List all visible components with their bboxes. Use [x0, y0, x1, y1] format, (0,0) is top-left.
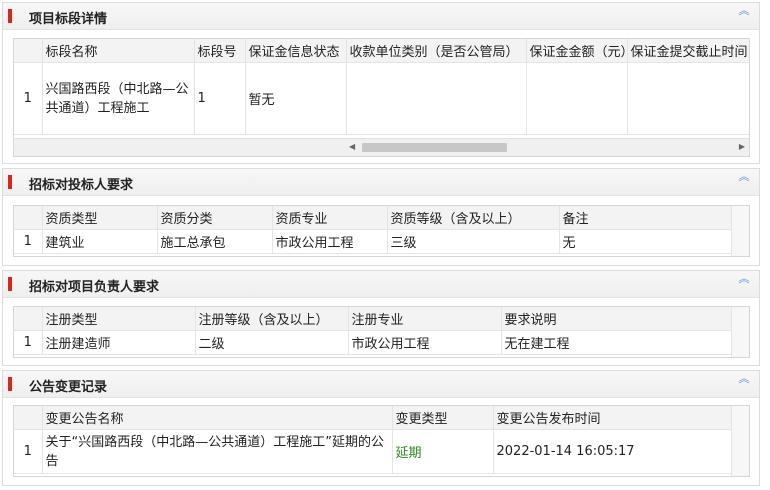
cell-qualification-specialty: 市政公用工程 — [272, 229, 388, 254]
row-index: 1 — [14, 330, 43, 355]
column-header: 变更公告发布时间 — [493, 406, 733, 430]
cell-publish-time: 2022-01-14 16:05:17 — [493, 429, 733, 474]
row-index: 1 — [14, 229, 43, 254]
scrollbar-thumb[interactable] — [362, 143, 507, 152]
column-header: 资质类型 — [42, 206, 158, 230]
collapse-icon[interactable]: ︽ — [737, 273, 751, 289]
table-row: 1 建筑业 施工总承包 市政公用工程 三级 无 — [14, 229, 733, 254]
cell-deposit-amount — [526, 62, 628, 135]
section-marker — [8, 277, 12, 291]
column-header: 标段名称 — [42, 39, 195, 63]
scroll-left-icon[interactable]: ◀ — [349, 142, 355, 151]
panel-change-records: 公告变更记录 ︽ 变更公告名称 变更类型 变更公告发布时间 1 关于“兴国路西段… — [2, 370, 760, 486]
column-header: 变更公告名称 — [42, 406, 393, 430]
cell-qualification-category: 施工总承包 — [157, 229, 273, 254]
cell-requirement-note: 无在建工程 — [501, 330, 733, 355]
cell-change-notice-name[interactable]: 关于“兴国路西段（中北路—公共通道）工程施工”延期的公告 — [42, 429, 393, 474]
table-row: 1 关于“兴国路西段（中北路—公共通道）工程施工”延期的公告 延期 2022-0… — [14, 429, 733, 474]
cell-payee-type — [346, 62, 527, 135]
bidder-table-container: 资质类型 资质分类 资质专业 资质等级（含及以上） 备注 1 建筑业 施工总承包… — [13, 205, 750, 257]
column-header: 收款单位类别（是否公管局） — [346, 39, 527, 63]
details-table: 标段名称 标段号 保证金信息状态 收款单位类别（是否公管局） 保证金金额（元） … — [14, 39, 749, 135]
changes-table-container: 变更公告名称 变更类型 变更公告发布时间 1 关于“兴国路西段（中北路—公共通道… — [13, 405, 750, 477]
table-right-strip — [731, 307, 749, 357]
cell-section-name: 兴国路西段（中北路—公共通道）工程施工 — [42, 62, 195, 135]
column-header: 资质等级（含及以上） — [387, 206, 560, 230]
column-header — [14, 39, 43, 63]
panel-bidder-requirements: 招标对投标人要求 ︽ 资质类型 资质分类 资质专业 资质等级（含及以上） 备注 — [2, 168, 760, 266]
panel-header: 招标对投标人要求 ︽ — [3, 169, 759, 196]
table-right-strip — [731, 406, 749, 476]
cell-remark: 无 — [559, 229, 733, 254]
column-header: 保证金金额（元） — [526, 39, 628, 63]
panel-manager-requirements: 招标对项目负责人要求 ︽ 注册类型 注册等级（含及以上） 注册专业 要求说明 1 — [2, 270, 760, 366]
page: 项目标段详情 ︽ 标段名称 标段号 保证金信息状态 收款单位类别（是否公管局） … — [0, 0, 770, 490]
column-header: 注册类型 — [42, 307, 196, 331]
column-header: 标段号 — [194, 39, 246, 63]
section-title: 公告变更记录 — [29, 380, 108, 395]
cell-deadline — [627, 62, 749, 135]
cell-qualification-level: 三级 — [387, 229, 560, 254]
section-marker — [8, 175, 12, 189]
panel-header: 公告变更记录 ︽ — [3, 371, 759, 398]
bidder-table: 资质类型 资质分类 资质专业 资质等级（含及以上） 备注 1 建筑业 施工总承包… — [14, 206, 733, 254]
panel-header: 招标对项目负责人要求 ︽ — [3, 271, 759, 298]
collapse-icon[interactable]: ︽ — [737, 5, 751, 21]
table-right-strip — [731, 206, 749, 256]
table-header-row: 注册类型 注册等级（含及以上） 注册专业 要求说明 — [14, 307, 733, 331]
section-title: 项目标段详情 — [29, 12, 108, 27]
table-header-row: 标段名称 标段号 保证金信息状态 收款单位类别（是否公管局） 保证金金额（元） … — [14, 39, 749, 63]
collapse-icon[interactable]: ︽ — [737, 373, 751, 389]
row-index: 1 — [14, 62, 43, 135]
changes-table: 变更公告名称 变更类型 变更公告发布时间 1 关于“兴国路西段（中北路—公共通道… — [14, 406, 733, 474]
column-header: 要求说明 — [501, 307, 733, 331]
row-index: 1 — [14, 429, 43, 474]
panel-project-details: 项目标段详情 ︽ 标段名称 标段号 保证金信息状态 收款单位类别（是否公管局） … — [2, 2, 760, 164]
cell-registration-type: 注册建造师 — [42, 330, 196, 355]
cell-qualification-type: 建筑业 — [42, 229, 158, 254]
column-header — [14, 406, 43, 430]
column-header: 备注 — [559, 206, 733, 230]
column-header: 保证金信息状态 — [245, 39, 347, 63]
column-header: 保证金提交截止时间 — [627, 39, 749, 63]
table-header-row: 资质类型 资质分类 资质专业 资质等级（含及以上） 备注 — [14, 206, 733, 230]
cell-registration-level: 二级 — [195, 330, 349, 355]
table-row: 1 兴国路西段（中北路—公共通道）工程施工 1 暂无 — [14, 62, 749, 135]
cell-section-no: 1 — [194, 62, 246, 135]
cell-deposit-status: 暂无 — [245, 62, 347, 135]
section-title: 招标对项目负责人要求 — [29, 280, 160, 295]
section-title: 招标对投标人要求 — [29, 178, 134, 193]
column-header: 资质分类 — [157, 206, 273, 230]
scroll-right-icon[interactable]: ▶ — [739, 142, 745, 151]
table-row: 1 注册建造师 二级 市政公用工程 无在建工程 — [14, 330, 733, 355]
manager-table-container: 注册类型 注册等级（含及以上） 注册专业 要求说明 1 注册建造师 二级 市政公… — [13, 306, 750, 358]
details-table-container: 标段名称 标段号 保证金信息状态 收款单位类别（是否公管局） 保证金金额（元） … — [13, 38, 750, 157]
manager-table: 注册类型 注册等级（含及以上） 注册专业 要求说明 1 注册建造师 二级 市政公… — [14, 307, 733, 355]
column-header — [14, 206, 43, 230]
table-header-row: 变更公告名称 变更类型 变更公告发布时间 — [14, 406, 733, 430]
cell-registration-specialty: 市政公用工程 — [348, 330, 502, 355]
column-header: 注册专业 — [348, 307, 502, 331]
column-header: 变更类型 — [392, 406, 494, 430]
panel-header: 项目标段详情 ︽ — [3, 3, 759, 30]
cell-change-type: 延期 — [392, 429, 494, 474]
section-marker — [8, 9, 12, 23]
column-header: 注册等级（含及以上） — [195, 307, 349, 331]
column-header — [14, 307, 43, 331]
collapse-icon[interactable]: ︽ — [737, 171, 751, 187]
horizontal-scrollbar[interactable]: ◀ ▶ — [14, 138, 749, 156]
column-header: 资质专业 — [272, 206, 388, 230]
section-marker — [8, 377, 12, 391]
